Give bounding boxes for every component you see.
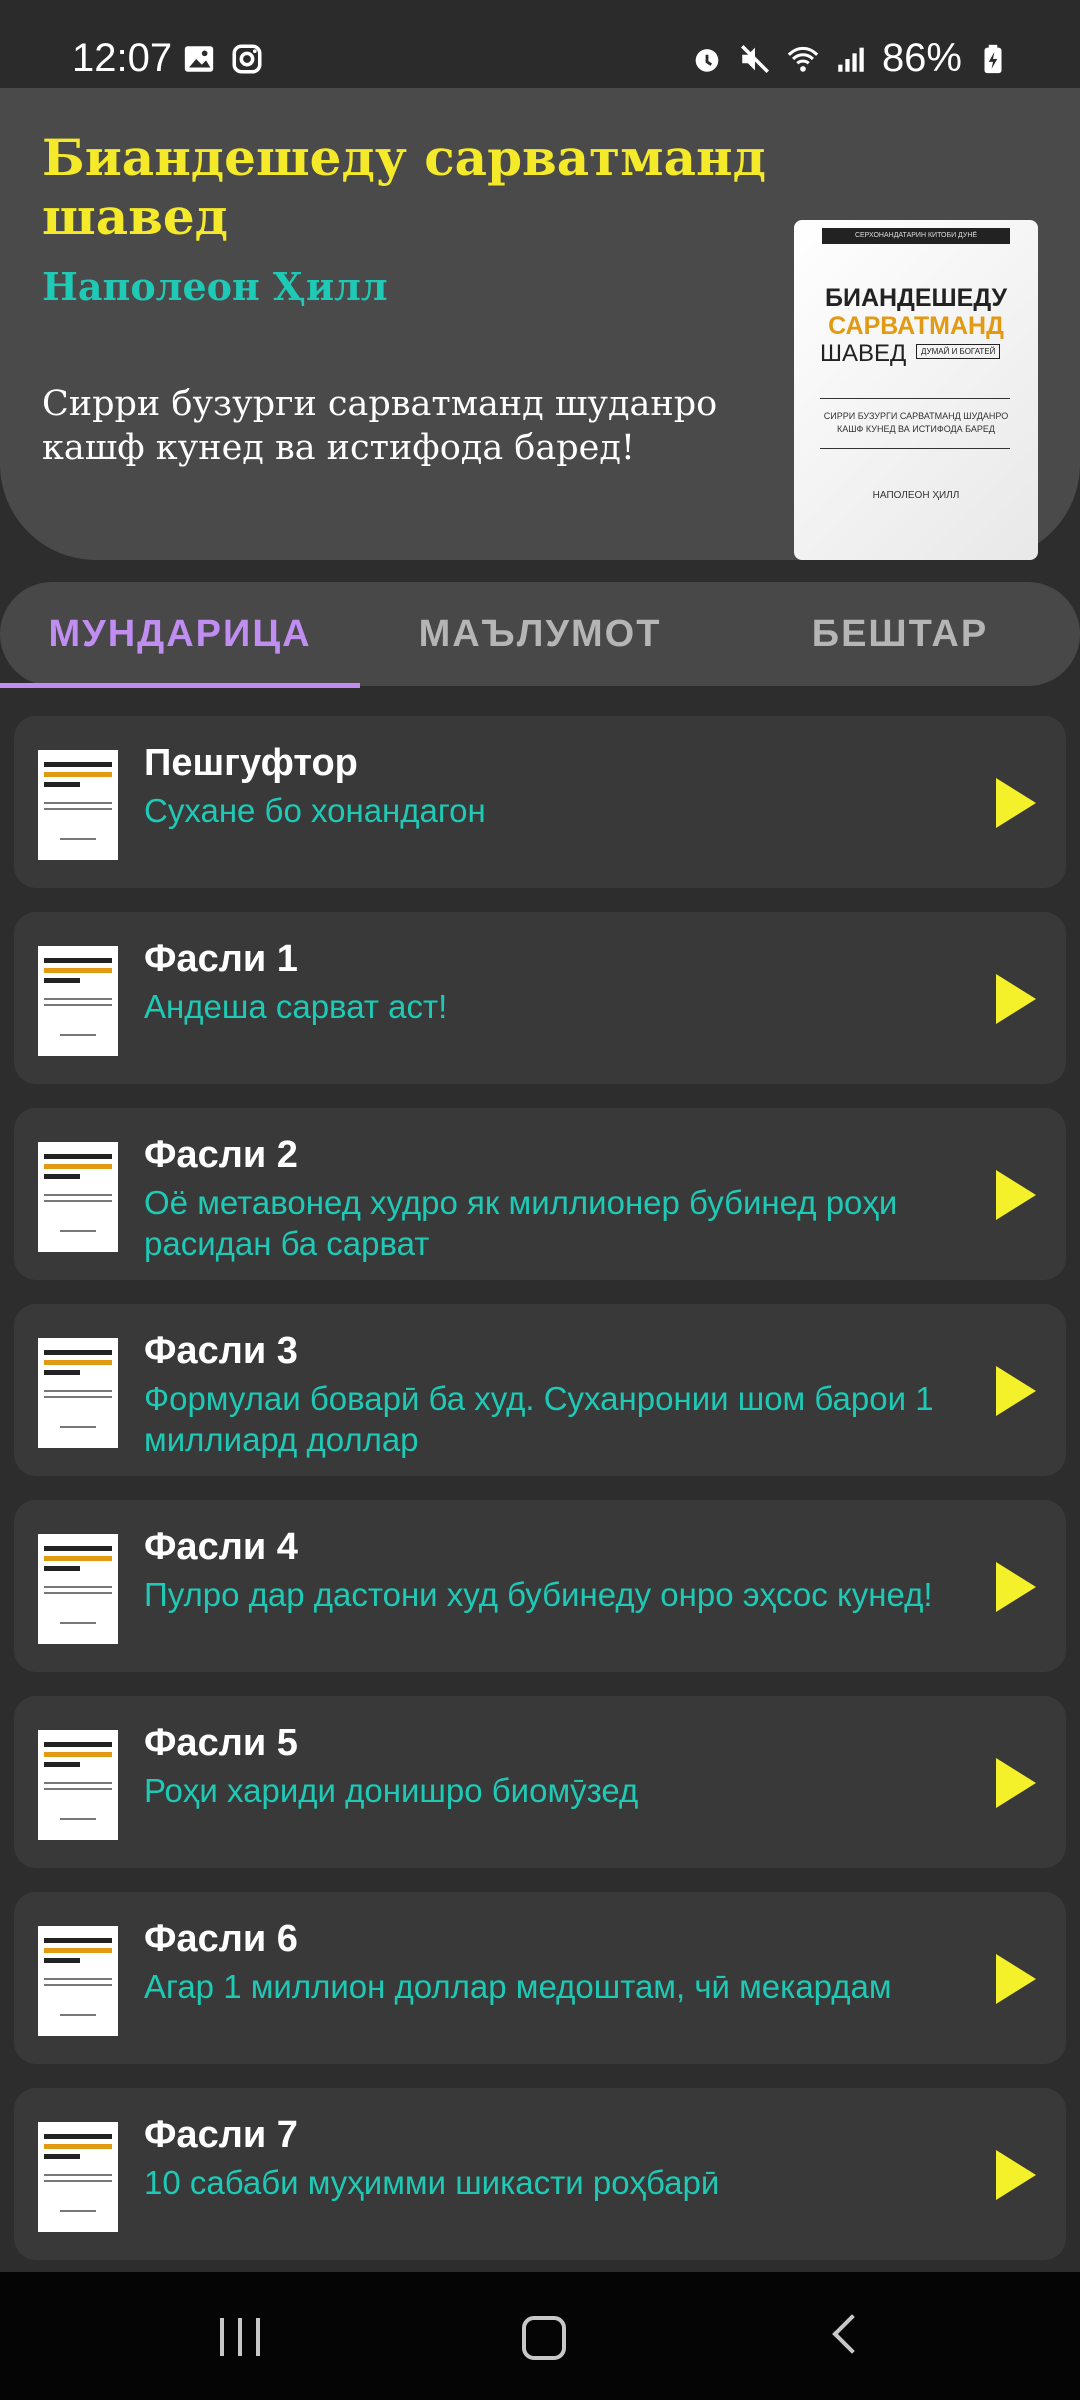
book-cover: СЕРХОНАНДАТАРИН КИТОБИ ДУНЁ БИАНДЕШЕДУ С… — [794, 220, 1038, 560]
cover-tag: ДУМАЙ И БОГАТЕЙ — [916, 344, 1001, 359]
tab-bar: МУНДАРИЦА МАЪЛУМОТ БЕШТАР — [0, 582, 1080, 688]
play-icon[interactable] — [996, 1954, 1036, 2004]
gallery-icon — [184, 46, 214, 72]
play-icon[interactable] — [996, 1170, 1036, 1220]
chapter-description: Оё метавонед худро як миллионер бубинед … — [144, 1184, 898, 1262]
cover-line3: ШАВЕД — [820, 340, 907, 367]
tab-info[interactable]: МАЪЛУМОТ — [360, 582, 720, 686]
status-bar: 12:07 86% — [0, 0, 1080, 88]
book-subtitle: Сирри бузурги сарватманд шуданро кашф ку… — [42, 384, 718, 468]
chapter-title: Фасли 6 — [144, 1918, 298, 1960]
cover-author: НАПОЛЕОН ҲИЛЛ — [872, 490, 960, 501]
book-author: Наполеон Ҳилл — [42, 264, 388, 309]
status-time: 12:07 — [72, 36, 173, 80]
chapter-title: Фасли 4 — [144, 1526, 298, 1568]
chapter-item[interactable]: Фасли 4 Пулро дар дастони худ бубинеду о… — [14, 1500, 1066, 1672]
chapter-item[interactable]: Фасли 5 Роҳи хариди донишро биомӯзед — [14, 1696, 1066, 1868]
chapter-title: Фасли 3 — [144, 1330, 298, 1372]
chapter-description: Агар 1 миллион доллар медоштам, чӣ мекар… — [144, 1968, 892, 2005]
chapter-title: Фасли 1 — [144, 938, 298, 980]
chapter-thumbnail — [38, 1730, 118, 1840]
book-title: Биандешеду сарватманд шавед — [42, 128, 766, 246]
chapter-title: Пешгуфтор — [144, 742, 358, 784]
play-icon[interactable] — [996, 1366, 1036, 1416]
recents-button[interactable] — [220, 2318, 264, 2356]
chapter-title: Фасли 2 — [144, 1134, 298, 1176]
wifi-icon — [787, 46, 819, 72]
chapter-thumbnail — [38, 750, 118, 860]
home-button[interactable] — [522, 2316, 566, 2360]
chapter-thumbnail — [38, 1534, 118, 1644]
battery-charging-icon — [984, 44, 1002, 73]
alarm-icon — [695, 48, 719, 72]
chapter-thumbnail — [38, 1926, 118, 2036]
tab-contents[interactable]: МУНДАРИЦА — [0, 582, 360, 688]
cover-tagline: СИРРИ БУЗУРГИ САРВАТМАНД ШУДАНРО КАШФ КУ… — [823, 411, 1009, 434]
chapter-item[interactable]: Фасли 2 Оё метавонед худро як миллионер … — [14, 1108, 1066, 1280]
cover-line1: БИАНДЕШЕДУ — [825, 284, 1007, 312]
chapter-title: Фасли 5 — [144, 1722, 298, 1764]
play-icon[interactable] — [996, 974, 1036, 1024]
cover-series: СЕРХОНАНДАТАРИН КИТОБИ ДУНЁ — [822, 228, 1010, 244]
chapter-thumbnail — [38, 2122, 118, 2232]
mute-icon — [740, 44, 769, 73]
chapter-description: Формулаи боварӣ ба худ. Суханронии шом б… — [144, 1380, 934, 1458]
chapter-description: Сухане бо хонандагон — [144, 792, 486, 829]
chapter-item[interactable]: Фасли 3 Формулаи боварӣ ба худ. Суханрон… — [14, 1304, 1066, 1476]
chapter-item[interactable]: Фасли 7 10 сабаби муҳимми шикасти роҳбар… — [14, 2088, 1066, 2260]
chapter-description: Андеша сарват аст! — [144, 988, 448, 1025]
play-icon[interactable] — [996, 778, 1036, 828]
instagram-icon — [232, 44, 262, 74]
play-icon[interactable] — [996, 2150, 1036, 2200]
book-header: Биандешеду сарватманд шавед Наполеон Ҳил… — [0, 88, 1080, 560]
chapter-thumbnail — [38, 1338, 118, 1448]
signal-icon — [838, 47, 864, 72]
tab-more[interactable]: БЕШТАР — [720, 582, 1080, 686]
navigation-bar — [0, 2272, 1080, 2400]
play-icon[interactable] — [996, 1562, 1036, 1612]
cover-line2: САРВАТМАНД — [828, 312, 1004, 340]
chapter-item[interactable]: Пешгуфтор Сухане бо хонандагон — [14, 716, 1066, 888]
chapter-description: Роҳи хариди донишро биомӯзед — [144, 1772, 639, 1809]
back-button[interactable] — [832, 2314, 872, 2354]
play-icon[interactable] — [996, 1758, 1036, 1808]
chapter-description: 10 сабаби муҳимми шикасти роҳбарӣ — [144, 2164, 720, 2201]
chapter-thumbnail — [38, 946, 118, 1056]
chapter-thumbnail — [38, 1142, 118, 1252]
chapter-item[interactable]: Фасли 1 Андеша сарват аст! — [14, 912, 1066, 1084]
chapter-title: Фасли 7 — [144, 2114, 298, 2156]
chapter-item[interactable]: Фасли 6 Агар 1 миллион доллар медоштам, … — [14, 1892, 1066, 2064]
battery-percent: 86% — [881, 36, 962, 80]
chapter-description: Пулро дар дастони худ бубинеду онро эҳсо… — [144, 1576, 933, 1613]
